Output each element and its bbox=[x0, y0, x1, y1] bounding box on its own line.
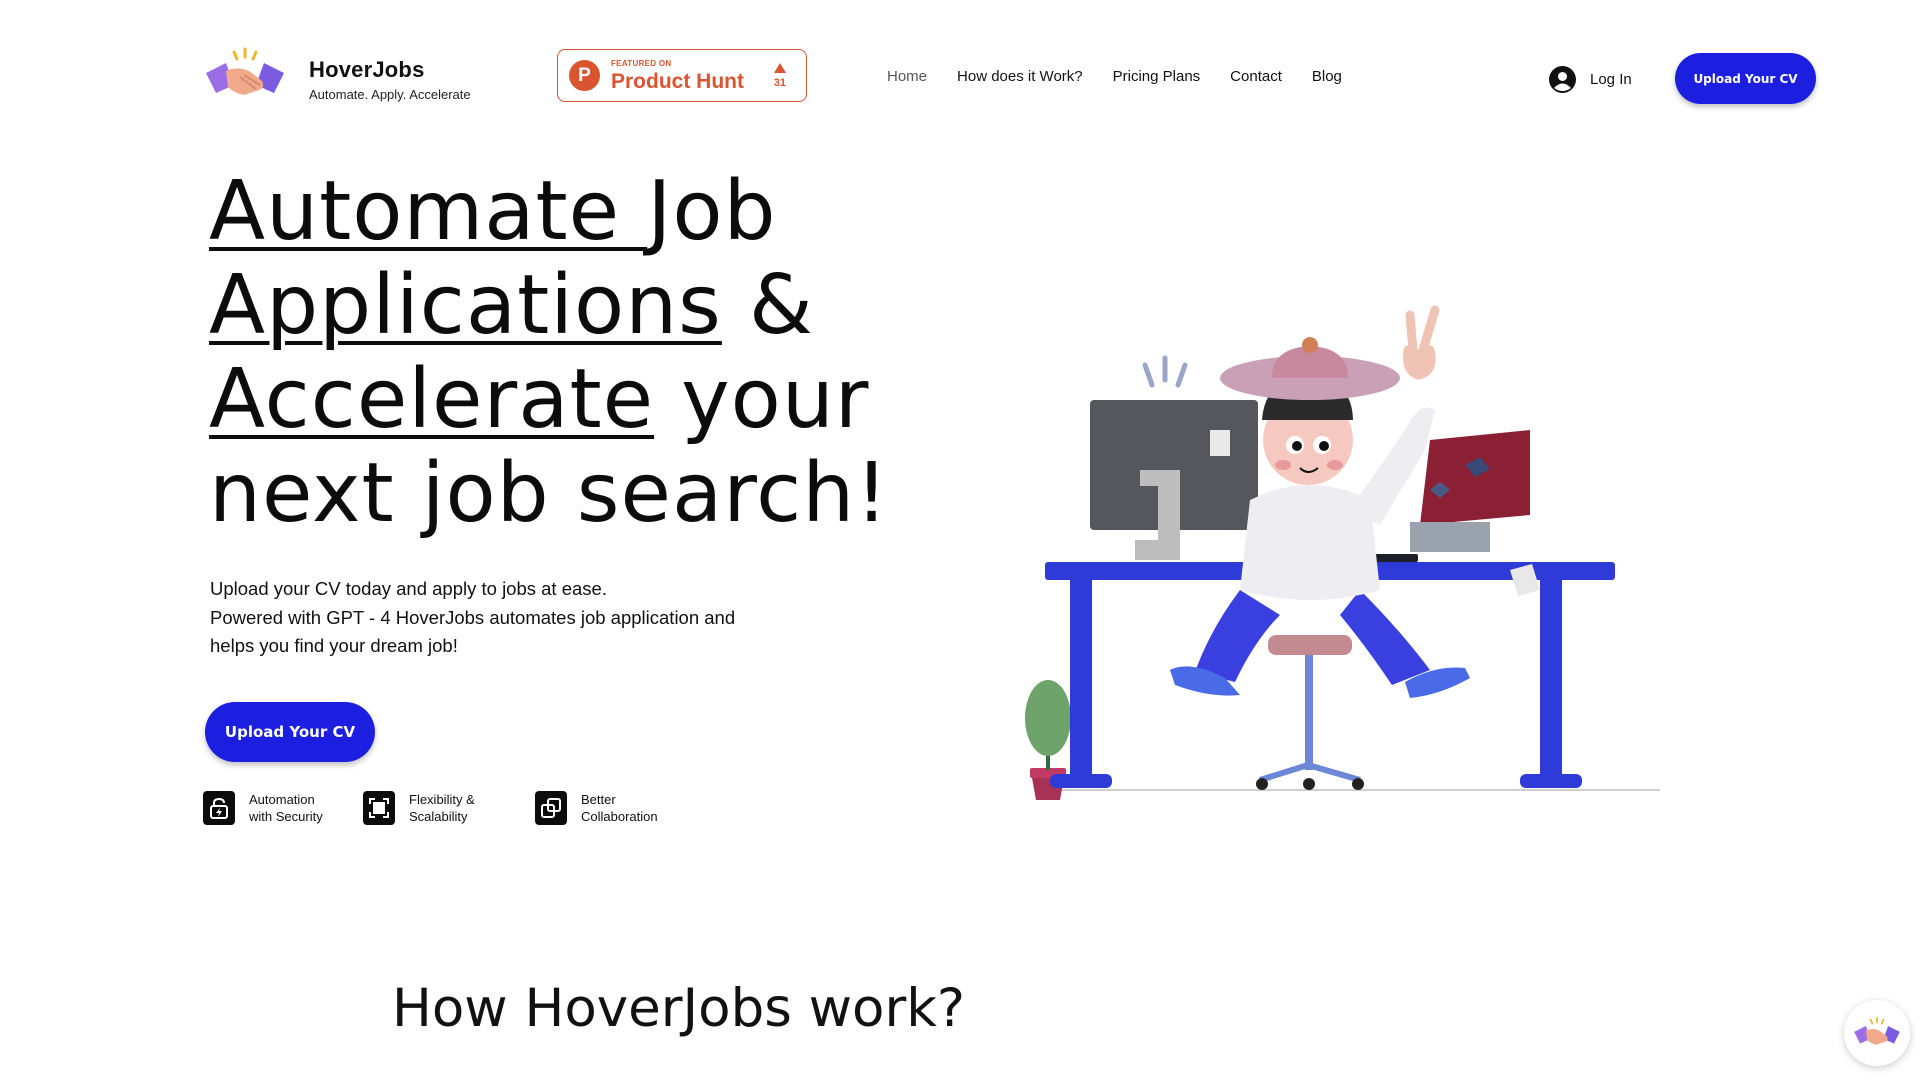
nav-how-it-works[interactable]: How does it Work? bbox=[957, 68, 1083, 85]
login-link[interactable]: Log In bbox=[1549, 66, 1632, 93]
collaboration-icon bbox=[535, 791, 567, 825]
hero-title-line-4: next job search! bbox=[209, 446, 890, 541]
hero-title-word-job: Job bbox=[647, 164, 777, 259]
hero-description-line: Powered with GPT - 4 HoverJobs automates… bbox=[210, 606, 736, 628]
feature-label: Scalability bbox=[409, 809, 468, 824]
nav-pricing-plans[interactable]: Pricing Plans bbox=[1113, 68, 1201, 85]
product-hunt-featured-label: FEATURED ON bbox=[611, 58, 672, 68]
handshake-logo-icon[interactable] bbox=[204, 45, 286, 105]
upload-cv-hero-button[interactable]: Upload Your CV bbox=[205, 702, 375, 762]
brand-name[interactable]: HoverJobs bbox=[309, 57, 425, 83]
feature-flexibility-scalability: Flexibility & Scalability bbox=[363, 791, 475, 825]
product-hunt-name: Product Hunt bbox=[611, 69, 744, 93]
feature-label: Automation bbox=[249, 792, 315, 807]
hero-description-line: helps you find your dream job! bbox=[210, 635, 458, 656]
floating-logo-badge[interactable] bbox=[1844, 1000, 1910, 1066]
feature-automation-security: Automation with Security bbox=[203, 791, 323, 825]
feature-label: Better bbox=[581, 792, 616, 807]
upvote-arrow-icon bbox=[773, 62, 786, 73]
hero-title-word-your: your bbox=[654, 352, 870, 447]
nav-home[interactable]: Home bbox=[887, 68, 927, 85]
handshake-logo-icon bbox=[1854, 1016, 1900, 1045]
lock-icon bbox=[203, 791, 235, 825]
feature-label: with Security bbox=[249, 809, 323, 824]
product-hunt-votes: 31 bbox=[773, 76, 786, 89]
product-hunt-logo-icon: P bbox=[569, 60, 600, 91]
hero-description-line: Upload your CV today and apply to jobs a… bbox=[210, 578, 607, 599]
nav-blog[interactable]: Blog bbox=[1312, 68, 1342, 85]
hero-title: Automate Job Applications & Accelerate you… bbox=[209, 165, 929, 541]
hero-title-word-applications: Applications bbox=[209, 258, 722, 353]
user-avatar-icon bbox=[1549, 66, 1576, 93]
feature-better-collaboration: Better Collaboration bbox=[535, 791, 658, 825]
upload-cv-header-button[interactable]: Upload Your CV bbox=[1675, 53, 1816, 104]
feature-label: Collaboration bbox=[581, 809, 658, 824]
login-label: Log In bbox=[1590, 71, 1632, 88]
brand-tagline: Automate. Apply. Accelerate bbox=[309, 87, 471, 102]
hero-title-word-accelerate: Accelerate bbox=[209, 352, 655, 447]
hero-description: Upload your CV today and apply to jobs a… bbox=[210, 575, 830, 661]
product-hunt-badge[interactable]: P FEATURED ON Product Hunt 31 bbox=[557, 49, 807, 102]
hero-title-word-and: & bbox=[721, 258, 814, 353]
main-nav: Home How does it Work? Pricing Plans Con… bbox=[887, 68, 1372, 85]
feature-label: Flexibility & bbox=[409, 792, 475, 807]
nav-contact[interactable]: Contact bbox=[1230, 68, 1282, 85]
expand-icon bbox=[363, 791, 395, 825]
hero-illustration bbox=[1025, 305, 1660, 800]
hero-title-word-automate: Automate bbox=[209, 164, 648, 259]
how-it-works-title: How HoverJobs work? bbox=[392, 978, 966, 1039]
